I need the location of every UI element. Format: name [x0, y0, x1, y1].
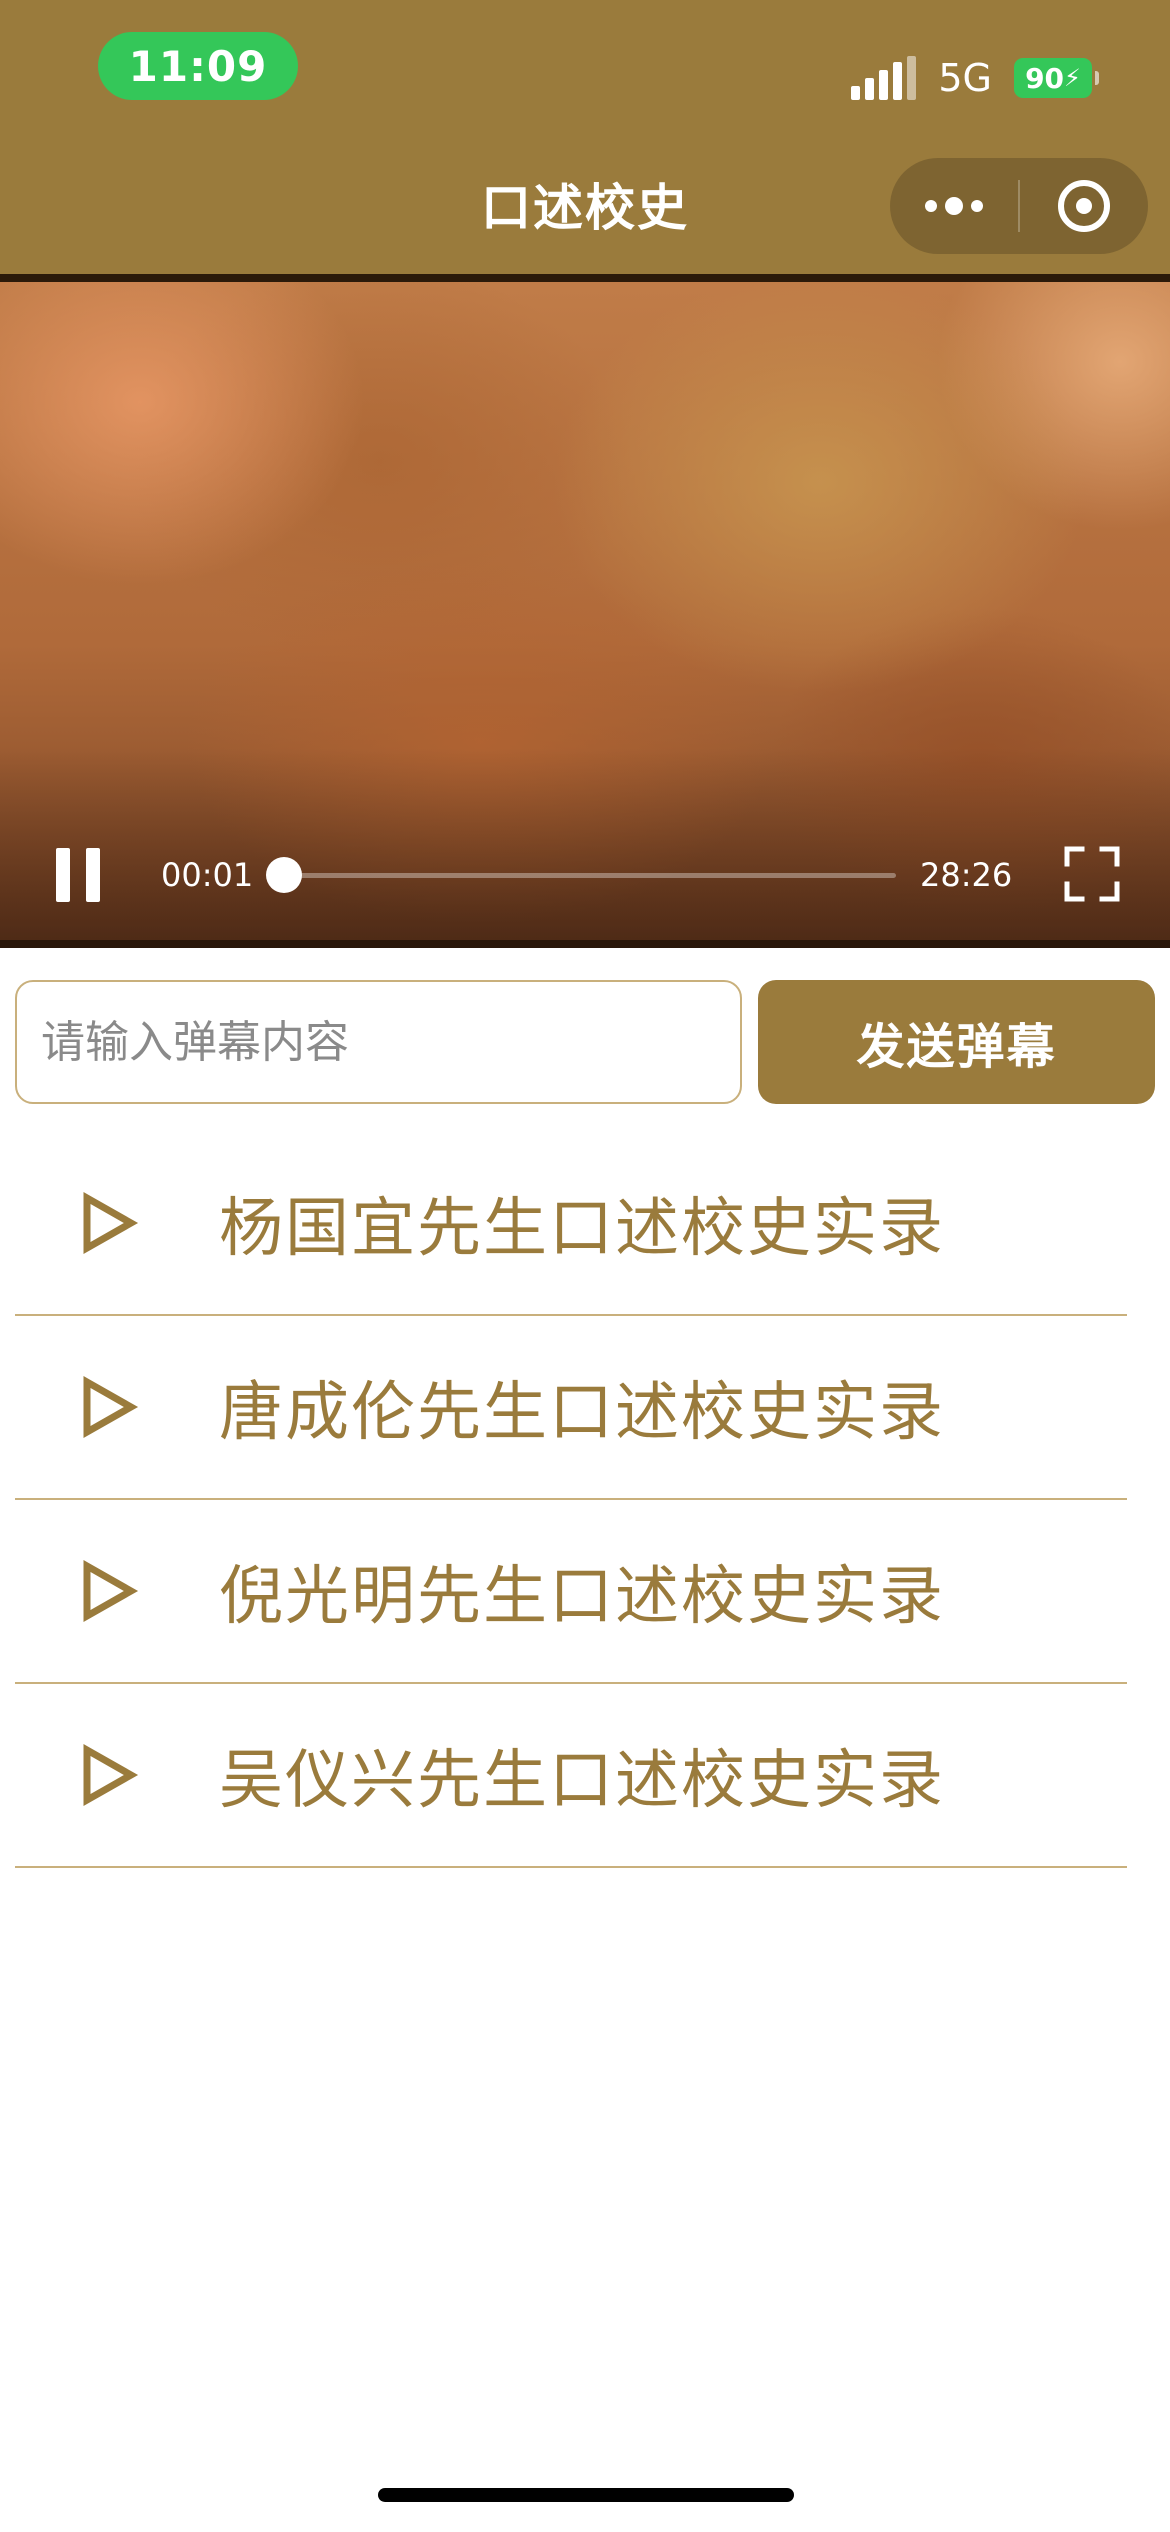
- more-button[interactable]: [890, 158, 1018, 254]
- list-item-title: 杨国宜先生口述校史实录: [219, 1192, 945, 1266]
- header: 11:09 5G 90 ⚡ 口述校史: [0, 0, 1170, 274]
- home-indicator: [378, 2488, 794, 2502]
- pause-icon: [56, 848, 70, 902]
- danmaku-input[interactable]: [15, 980, 742, 1104]
- list-item-title: 吴仪兴先生口述校史实录: [219, 1744, 945, 1818]
- video-playlist: 杨国宜先生口述校史实录 唐成伦先生口述校史实录 倪光明先生口述校史实录 吴仪兴先…: [15, 1132, 1127, 1868]
- play-triangle-icon: [83, 1743, 139, 1807]
- total-time: 28:26: [920, 856, 1013, 894]
- video-controls-shade: [0, 748, 1170, 948]
- battery-level: 90: [1025, 61, 1065, 95]
- close-button[interactable]: [1020, 158, 1148, 254]
- network-type: 5G: [938, 56, 992, 100]
- video-player[interactable]: 00:01 28:26: [0, 274, 1170, 948]
- list-item[interactable]: 倪光明先生口述校史实录: [15, 1500, 1127, 1684]
- list-item-title: 唐成伦先生口述校史实录: [219, 1376, 945, 1450]
- signal-icon: [851, 56, 917, 100]
- fullscreen-button[interactable]: [1064, 846, 1120, 902]
- status-time: 11:09: [98, 32, 298, 100]
- play-triangle-icon: [83, 1191, 139, 1255]
- mini-program-capsule: [890, 158, 1148, 254]
- target-circle-icon: [1058, 180, 1110, 232]
- progress-bar[interactable]: [266, 857, 896, 893]
- more-dots-icon: [925, 197, 983, 215]
- list-item[interactable]: 杨国宜先生口述校史实录: [15, 1132, 1127, 1316]
- charging-bolt-icon: ⚡: [1064, 64, 1081, 92]
- current-time: 00:01: [161, 856, 254, 894]
- status-indicators: 5G 90 ⚡: [851, 46, 1099, 110]
- play-triangle-icon: [83, 1559, 139, 1623]
- battery-icon: 90 ⚡: [1014, 58, 1099, 98]
- list-item[interactable]: 吴仪兴先生口述校史实录: [15, 1684, 1127, 1868]
- pause-button[interactable]: [56, 848, 100, 902]
- play-triangle-icon: [83, 1375, 139, 1439]
- list-item-title: 倪光明先生口述校史实录: [219, 1560, 945, 1634]
- fullscreen-icon: [1064, 846, 1120, 902]
- send-danmaku-button[interactable]: 发送弹幕: [758, 980, 1155, 1104]
- list-item[interactable]: 唐成伦先生口述校史实录: [15, 1316, 1127, 1500]
